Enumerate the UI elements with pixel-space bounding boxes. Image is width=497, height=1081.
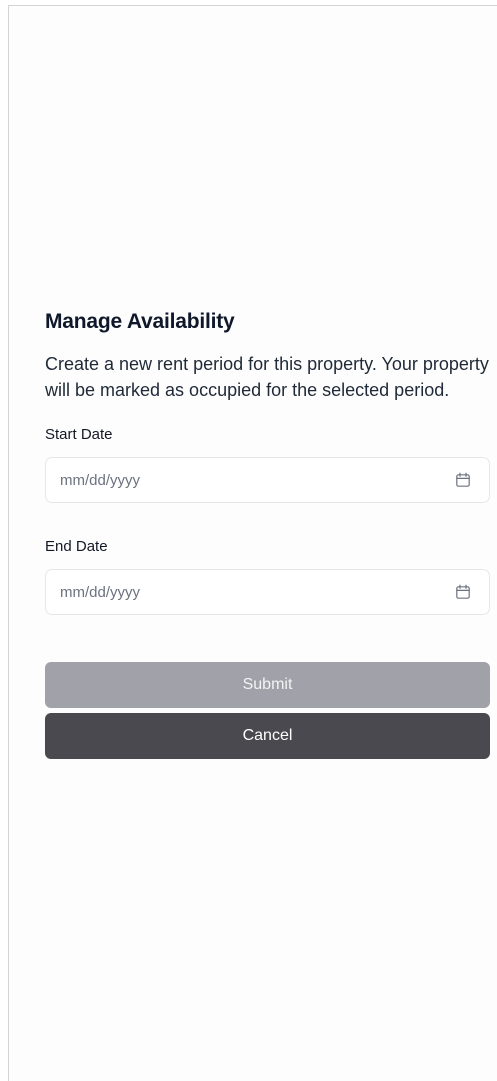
dialog-title: Manage Availability bbox=[45, 310, 235, 333]
start-date-label: Start Date bbox=[45, 426, 113, 443]
calendar-icon[interactable] bbox=[455, 472, 471, 488]
submit-button[interactable]: Submit bbox=[45, 662, 490, 708]
end-date-label: End Date bbox=[45, 538, 108, 555]
start-date-field[interactable] bbox=[45, 457, 490, 503]
calendar-icon[interactable] bbox=[455, 584, 471, 600]
dialog-description: Create a new rent period for this proper… bbox=[45, 354, 489, 400]
availability-dialog: Manage Availability Create a new rent pe… bbox=[45, 306, 490, 759]
end-date-input[interactable] bbox=[60, 583, 360, 601]
end-date-field[interactable] bbox=[45, 569, 490, 615]
cancel-button[interactable]: Cancel bbox=[45, 713, 490, 759]
start-date-input[interactable] bbox=[60, 471, 360, 489]
modal-frame: Manage Availability Create a new rent pe… bbox=[8, 5, 497, 1081]
